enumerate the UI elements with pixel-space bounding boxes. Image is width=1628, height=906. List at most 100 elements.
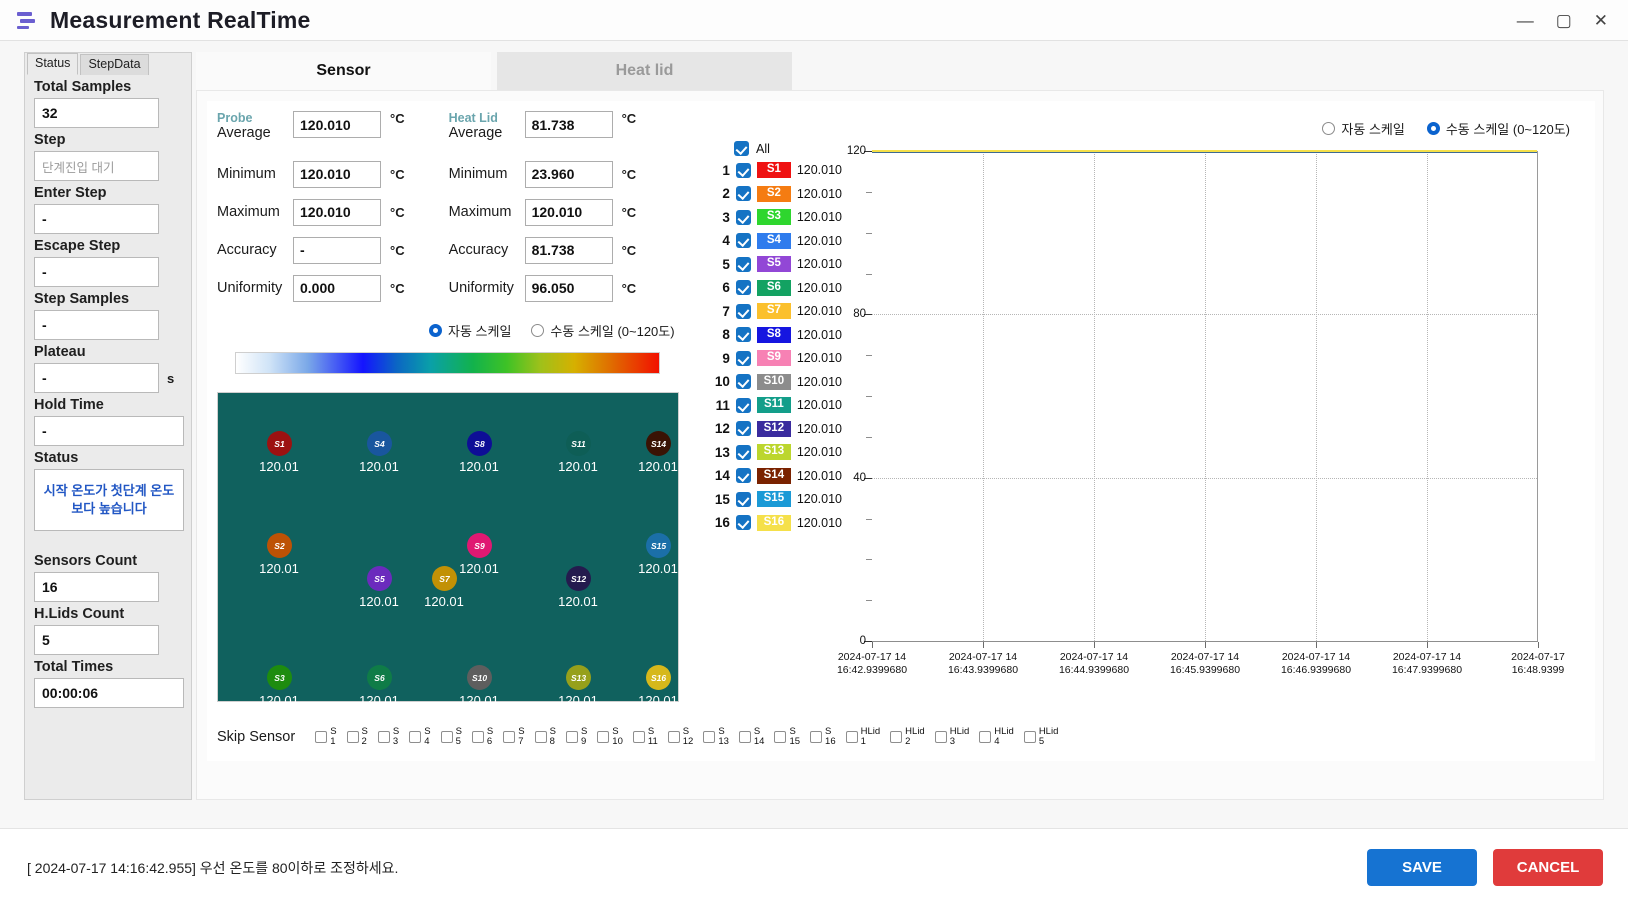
legend-checkbox-s12[interactable]	[735, 421, 751, 436]
skip-checkbox-s5[interactable]	[440, 731, 453, 744]
skip-item-s7[interactable]: S7	[503, 727, 525, 747]
chart-scale-manual-radio[interactable]	[1426, 122, 1440, 135]
skip-item-s8[interactable]: S8	[534, 727, 556, 747]
legend-checkbox-s9[interactable]	[735, 350, 751, 366]
input-hold-time[interactable]: -	[34, 416, 184, 446]
heatlid-accuracy-value[interactable]: 81.738	[524, 236, 613, 264]
skip-item-s5[interactable]: S5	[440, 727, 462, 747]
map-dot-s11[interactable]: S11	[566, 431, 591, 456]
skip-item-s10[interactable]: S 10	[597, 727, 623, 747]
legend-row-s10[interactable]: 10 S10 120.010	[712, 373, 842, 391]
cancel-button[interactable]: CANCEL	[1493, 849, 1603, 886]
skip-checkbox-s3[interactable]	[377, 731, 390, 744]
legend-checkbox-s14[interactable]	[735, 468, 751, 483]
probe-average-value[interactable]: 120.010	[293, 111, 381, 138]
legend-row-s12[interactable]: 12 S12 120.010	[712, 420, 842, 438]
skip-checkbox-s15[interactable]	[774, 731, 787, 744]
minimize-icon[interactable]: —	[1517, 12, 1534, 29]
legend-row-s2[interactable]: 2 S2 120.010	[712, 185, 842, 203]
chart-plot-area[interactable]	[872, 150, 1538, 641]
map-scale-auto-radio[interactable]	[429, 324, 442, 337]
map-scale-manual-radio[interactable]	[531, 324, 545, 337]
legend-checkbox-s13[interactable]	[735, 444, 751, 460]
probe-accuracy-value[interactable]: -	[293, 236, 381, 264]
map-dot-s10[interactable]: S10	[467, 665, 492, 690]
legend-checkbox-s11[interactable]	[735, 397, 751, 413]
skip-item-s13[interactable]: S 13	[703, 727, 729, 747]
legend-row-s8[interactable]: 8 S8 120.010	[712, 326, 842, 344]
skip-item-s1[interactable]: S1	[315, 727, 337, 747]
legend-row-s16[interactable]: 16 S16 120.010	[712, 514, 842, 532]
legend-checkbox-s2[interactable]	[735, 186, 751, 201]
legend-row-s4[interactable]: 4 S4 120.010	[712, 232, 842, 250]
map-scale-manual-option[interactable]: 수동 스케일 (0~120도)	[531, 321, 675, 340]
legend-checkbox-s7[interactable]	[735, 303, 751, 319]
probe-uniformity-value[interactable]: 0.000	[293, 274, 381, 302]
legend-row-s14[interactable]: 14 S14 120.010	[712, 467, 842, 485]
map-scale-auto-option[interactable]: 자동 스케일	[429, 321, 511, 340]
map-dot-s12[interactable]: S12	[566, 566, 591, 591]
map-dot-s15[interactable]: S15	[646, 533, 671, 558]
close-icon[interactable]: ✕	[1594, 12, 1608, 29]
legend-checkbox-s16[interactable]	[735, 515, 751, 530]
input-step-samples[interactable]: -	[34, 310, 159, 340]
skip-checkbox-hlid5[interactable]	[1023, 731, 1036, 744]
skip-checkbox-s6[interactable]	[471, 731, 484, 744]
heatlid-uniformity-value[interactable]: 96.050	[524, 274, 613, 302]
skip-item-hlid2[interactable]: HLid 2	[890, 727, 925, 747]
skip-checkbox-s16[interactable]	[810, 731, 823, 744]
tab-status[interactable]: Status	[27, 53, 79, 75]
legend-row-s6[interactable]: 6 S6 120.010	[712, 279, 842, 297]
legend-checkbox-s4[interactable]	[735, 233, 751, 248]
chart-scale-auto-option[interactable]: 자동 스케일	[1322, 119, 1405, 138]
map-dot-s6[interactable]: S6	[367, 665, 392, 690]
legend-checkbox-s1[interactable]	[735, 162, 751, 178]
map-dot-s4[interactable]: S4	[367, 431, 392, 456]
input-total-times[interactable]: 00:00:06	[34, 678, 184, 708]
skip-checkbox-s14[interactable]	[738, 731, 751, 744]
input-step[interactable]: 단계진입 대기	[34, 151, 159, 181]
save-button[interactable]: SAVE	[1367, 849, 1477, 886]
chart-scale-auto-radio[interactable]	[1322, 122, 1336, 135]
skip-checkbox-s7[interactable]	[503, 731, 516, 744]
skip-item-s15[interactable]: S 15	[774, 727, 800, 747]
skip-item-s16[interactable]: S 16	[810, 727, 836, 747]
skip-item-hlid4[interactable]: HLid 4	[979, 727, 1014, 747]
legend-row-s7[interactable]: 7 S7 120.010	[712, 302, 842, 320]
legend-checkbox-s6[interactable]	[735, 280, 751, 295]
legend-row-s5[interactable]: 5 S5 120.010	[712, 255, 842, 273]
legend-all-row[interactable]: All	[734, 141, 842, 156]
skip-item-hlid3[interactable]: HLid 3	[934, 727, 969, 747]
skip-item-s3[interactable]: S3	[377, 727, 399, 747]
tab-sensor[interactable]: Sensor	[196, 52, 491, 90]
legend-row-s1[interactable]: 1 S1 120.010	[712, 161, 842, 179]
skip-item-hlid5[interactable]: HLid 5	[1023, 727, 1058, 747]
legend-row-s15[interactable]: 15 S15 120.010	[712, 490, 842, 508]
skip-checkbox-s11[interactable]	[632, 731, 645, 744]
skip-item-s14[interactable]: S 14	[738, 727, 764, 747]
skip-item-s12[interactable]: S 12	[667, 727, 693, 747]
heatlid-minimum-value[interactable]: 23.960	[524, 160, 613, 188]
probe-maximum-value[interactable]: 120.010	[293, 198, 381, 226]
input-plateau[interactable]: -	[34, 363, 159, 393]
map-dot-s7[interactable]: S7	[432, 566, 457, 591]
probe-minimum-value[interactable]: 120.010	[293, 160, 381, 188]
skip-checkbox-s12[interactable]	[667, 731, 680, 744]
map-dot-s2[interactable]: S2	[267, 533, 292, 558]
skip-checkbox-s1[interactable]	[315, 731, 328, 744]
heatlid-maximum-value[interactable]: 120.010	[524, 198, 613, 226]
legend-row-s11[interactable]: 11 S11 120.010	[712, 396, 842, 414]
map-dot-s9[interactable]: S9	[467, 533, 492, 558]
map-dot-s5[interactable]: S5	[367, 566, 392, 591]
map-dot-s16[interactable]: S16	[646, 665, 671, 690]
skip-checkbox-hlid3[interactable]	[934, 731, 947, 744]
chart-scale-manual-option[interactable]: 수동 스케일 (0~120도)	[1426, 119, 1570, 138]
input-escape-step[interactable]: -	[34, 257, 159, 287]
input-sensors-count[interactable]: 16	[34, 572, 159, 602]
skip-checkbox-s9[interactable]	[565, 731, 578, 744]
input-enter-step[interactable]: -	[34, 204, 159, 234]
legend-all-checkbox[interactable]	[734, 141, 749, 156]
skip-item-s9[interactable]: S9	[565, 727, 587, 747]
sensor-map[interactable]: S1 120.01 S4 120.01 S8 120.01 S11 120.01 S14 120.…	[217, 392, 679, 708]
heatlid-average-value[interactable]: 81.738	[524, 111, 613, 138]
